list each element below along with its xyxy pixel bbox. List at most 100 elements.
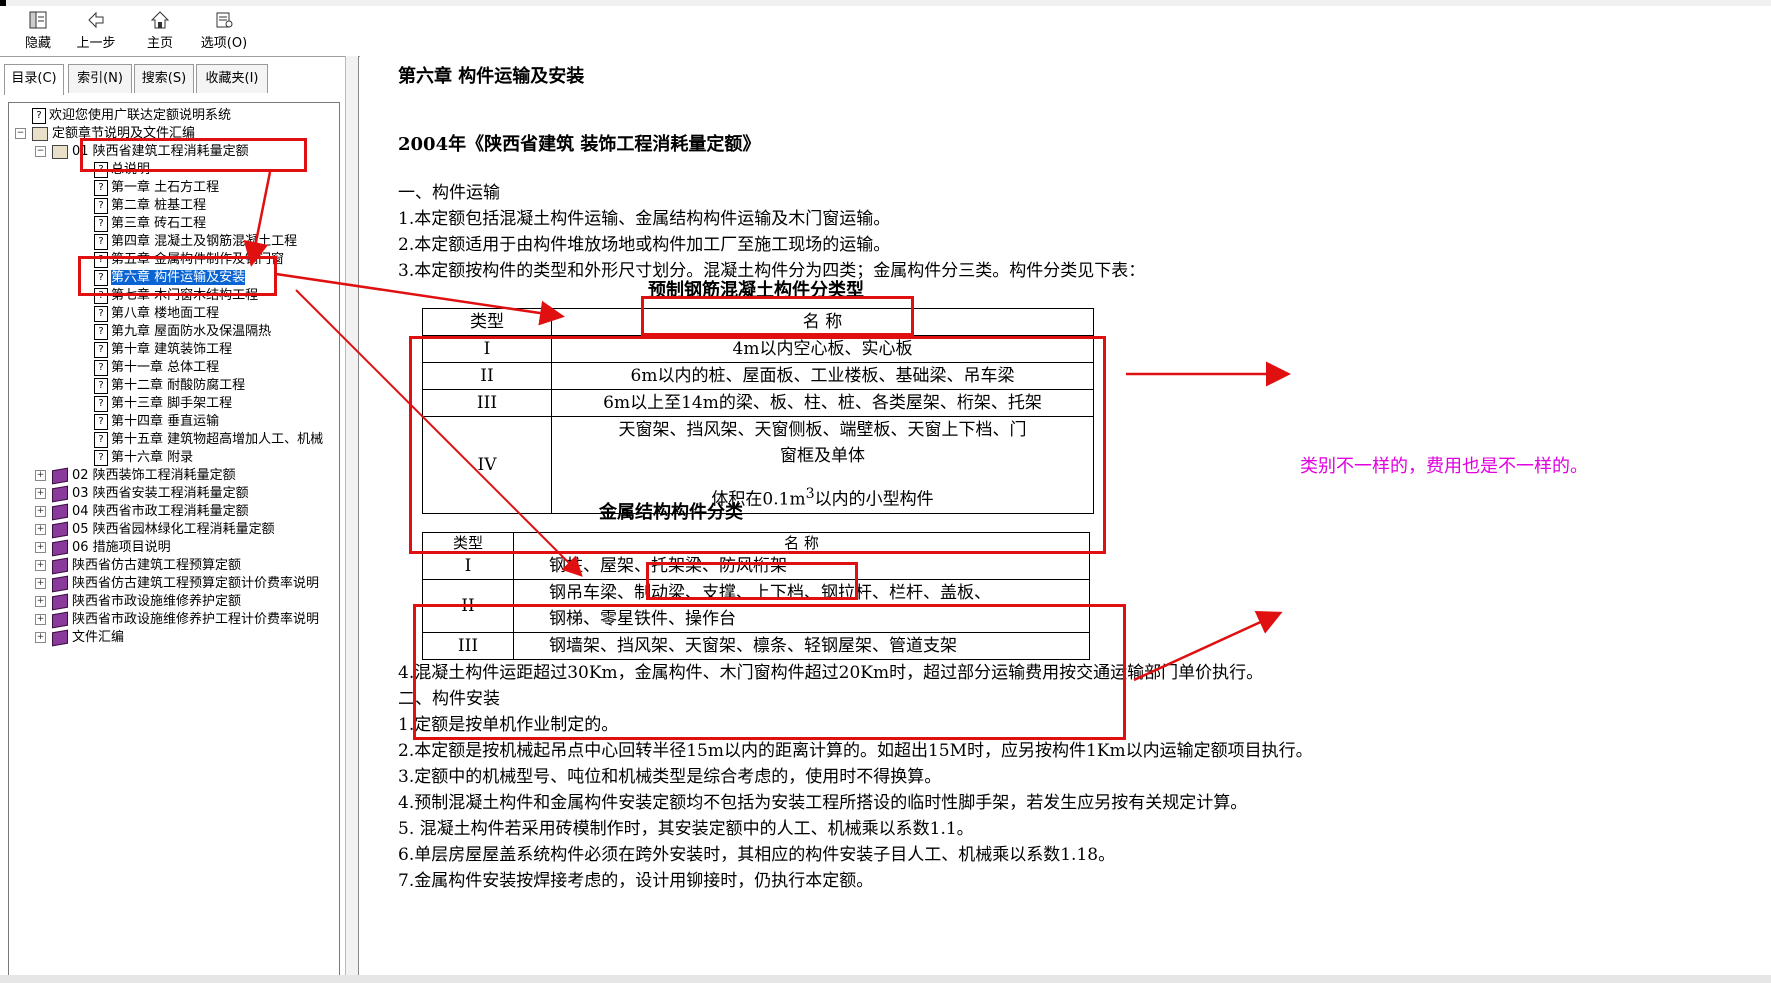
tree-item[interactable]: ? 第八章 楼地面工程 (94, 305, 219, 323)
tree-item[interactable]: ? 第九章 屋面防水及保温隔热 (94, 323, 271, 341)
tree-item-label: 陕西省市政设施维修养护工程计价费率说明 (72, 612, 320, 627)
expand-icon[interactable]: + (35, 542, 46, 553)
tree-item[interactable]: + 陕西省仿古建筑工程预算定额 (35, 557, 241, 575)
book-icon (52, 593, 68, 610)
tree-item[interactable]: ? 欢迎您使用广联达定额说明系统 (32, 107, 231, 125)
hide-label: 隐藏 (24, 36, 51, 51)
open-book-icon (32, 126, 48, 141)
tree-item-label: 文件汇编 (72, 630, 125, 645)
contents-tree[interactable]: ? 欢迎您使用广联达定额说明系统 − 定额章节说明及文件汇编 −01 陕西省建筑工程消耗… (8, 102, 340, 978)
expand-icon[interactable]: + (35, 596, 46, 607)
options-icon (216, 12, 233, 28)
tree-item-label: 第十六章 附录 (111, 450, 194, 465)
expand-icon[interactable]: + (35, 506, 46, 517)
tree-item-label: 第十一章 总体工程 (111, 360, 220, 375)
annotation-note: 类别不一样的，费用也是不一样的。 (1300, 456, 1588, 477)
tree-item-label: 陕西省市政设施维修养护定额 (72, 594, 242, 609)
expand-icon[interactable]: + (35, 488, 46, 499)
back-button[interactable]: 上一步 (70, 10, 122, 51)
tree-item[interactable]: + 陕西省仿古建筑工程预算定额计价费率说明 (35, 575, 319, 593)
book-icon (52, 539, 68, 556)
tree-item[interactable]: ? 第三章 砖石工程 (94, 215, 206, 233)
tree-item[interactable]: ? 第十六章 附录 (94, 449, 193, 467)
tree-item[interactable]: + 陕西省市政设施维修养护定额 (35, 593, 241, 611)
help-page-icon: ? (94, 359, 108, 376)
tree-item[interactable]: +05 陕西省园林绿化工程消耗量定额 (35, 521, 275, 539)
collapse-icon[interactable]: − (35, 146, 46, 157)
expand-icon[interactable]: + (35, 470, 46, 481)
tree-item[interactable]: ? 第一章 土石方工程 (94, 179, 219, 197)
help-page-icon: ? (94, 413, 108, 430)
tree-item-label: 第八章 楼地面工程 (111, 306, 220, 321)
collapse-icon[interactable]: − (15, 128, 26, 139)
help-page-icon: ? (94, 377, 108, 394)
tree-item-label: 第一章 土石方工程 (111, 180, 220, 195)
home-button[interactable]: 主页 (140, 10, 180, 51)
tree-item[interactable]: ? 第十一章 总体工程 (94, 359, 219, 377)
pane-splitter[interactable] (345, 56, 359, 983)
paragraph: 7.金属构件安装按焊接考虑的，设计用铆接时，仍执行本定额。 (398, 871, 874, 891)
paragraph: 6.单层房屋屋盖系统构件必须在跨外安装时，其相应的构件安装子目人工、机械乘以系数… (398, 845, 1116, 865)
tab-favorites[interactable]: 收藏夹(I) (196, 64, 268, 93)
horizontal-scrollbar[interactable] (0, 975, 1771, 983)
expand-icon[interactable]: + (35, 524, 46, 535)
help-page-icon: ? (94, 341, 108, 358)
tree-item[interactable]: +02 陕西装饰工程消耗量定额 (35, 467, 236, 485)
book-icon (52, 557, 68, 574)
tree-item-label: 第三章 砖石工程 (111, 216, 207, 231)
help-page-icon: ? (94, 215, 108, 232)
book-icon (52, 467, 68, 484)
annotation-box (413, 604, 1126, 740)
help-page-icon: ? (94, 431, 108, 448)
hide-button[interactable]: 隐藏 (18, 10, 58, 51)
help-page-icon: ? (94, 449, 108, 466)
annotation-box (78, 256, 277, 296)
tree-item[interactable]: ? 第十章 建筑装饰工程 (94, 341, 232, 359)
tree-item-label: 第四章 混凝土及钢筋混凝土工程 (111, 234, 298, 249)
tree-item[interactable]: + 文件汇编 (35, 629, 124, 647)
tree-item-label: 06 措施项目说明 (72, 540, 171, 555)
paragraph: 2.本定额适用于由构件堆放场地或构件加工厂至施工现场的运输。 (398, 235, 891, 255)
tree-item-label: 欢迎您使用广联达定额说明系统 (49, 108, 232, 123)
tab-search[interactable]: 搜索(S) (134, 64, 194, 93)
tree-item-label: 第十四章 垂直运输 (111, 414, 220, 429)
paragraph: 4.预制混凝土构件和金属构件安装定额均不包括为安装工程所搭设的临时性脚手架，若发… (398, 793, 1248, 813)
tree-item[interactable]: +03 陕西省安装工程消耗量定额 (35, 485, 249, 503)
expand-icon[interactable]: + (35, 560, 46, 571)
tree-item[interactable]: ? 第十二章 耐酸防腐工程 (94, 377, 245, 395)
paragraph: 3.定额中的机械型号、吨位和机械类型是综合考虑的，使用时不得换算。 (398, 767, 942, 787)
expand-icon[interactable]: + (35, 632, 46, 643)
expand-icon[interactable]: + (35, 614, 46, 625)
chapter-title: 第六章 构件运输及安装 (398, 66, 585, 87)
tree-item[interactable]: ? 第二章 桩基工程 (94, 197, 206, 215)
options-button[interactable]: 选项(O) (196, 10, 252, 51)
tree-item-label: 陕西省仿古建筑工程预算定额计价费率说明 (72, 576, 320, 591)
tree-item[interactable]: ? 第十四章 垂直运输 (94, 413, 219, 431)
tree-item[interactable]: +04 陕西省市政工程消耗量定额 (35, 503, 249, 521)
book-icon (52, 629, 68, 646)
paragraph: 5. 混凝土构件若采用砖模制作时，其安装定额中的人工、机械乘以系数1.1。 (398, 819, 974, 839)
toolbar: 隐藏 上一步 主页 选项(O) (0, 6, 1771, 57)
tree-item[interactable]: + 陕西省市政设施维修养护工程计价费率说明 (35, 611, 319, 629)
home-label: 主页 (146, 36, 173, 51)
table-header: 类型 (422, 308, 552, 336)
expand-icon[interactable]: + (35, 578, 46, 589)
help-page-icon: ? (32, 107, 46, 124)
paragraph: 2.本定额是按机械起吊点中心回转半径15m以内的距离计算的。如超出15M时，应另… (398, 741, 1313, 761)
help-page-icon: ? (94, 323, 108, 340)
tab-index[interactable]: 索引(N) (68, 64, 132, 93)
tree-item[interactable]: ? 第四章 混凝土及钢筋混凝土工程 (94, 233, 297, 251)
tree-item-label: 第十五章 建筑物超高增加人工、机械 (111, 432, 324, 447)
options-label: 选项(O) (200, 36, 248, 51)
book-icon (52, 521, 68, 538)
help-page-icon: ? (94, 197, 108, 214)
tree-item-label: 03 陕西省安装工程消耗量定额 (72, 486, 249, 501)
hide-icon (29, 11, 47, 29)
back-label: 上一步 (76, 36, 116, 51)
tree-item-label: 04 陕西省市政工程消耗量定额 (72, 504, 249, 519)
tree-item[interactable]: +06 措施项目说明 (35, 539, 171, 557)
open-book-icon (52, 144, 68, 159)
tab-contents[interactable]: 目录(C) (4, 64, 64, 95)
tree-item[interactable]: ? 第十三章 脚手架工程 (94, 395, 232, 413)
tree-item[interactable]: ? 第十五章 建筑物超高增加人工、机械 (94, 431, 323, 449)
